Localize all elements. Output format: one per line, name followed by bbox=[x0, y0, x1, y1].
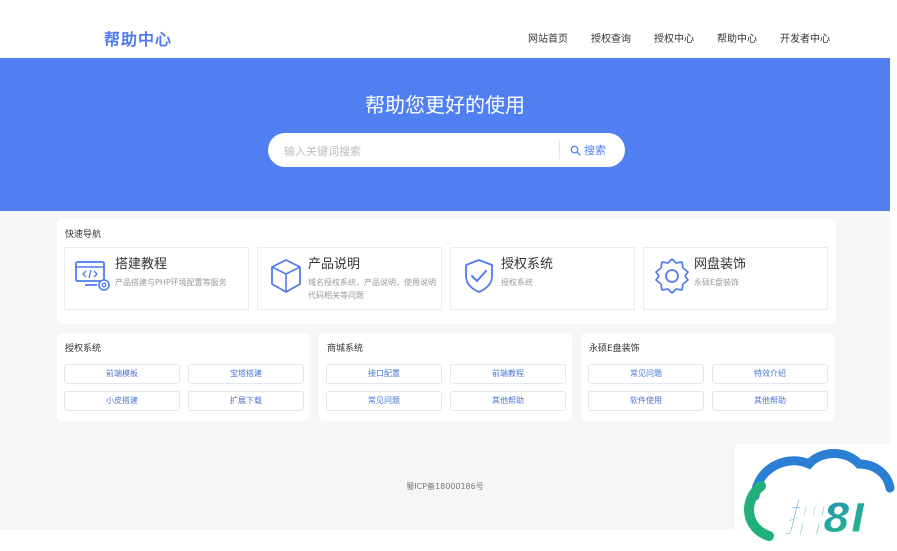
section-link[interactable]: 常见问题 bbox=[326, 391, 442, 411]
quick-item-desc: 授权系统 bbox=[501, 278, 533, 287]
search-icon bbox=[570, 145, 581, 156]
quick-item-product-info[interactable]: 产品说明 域名授权系统，产品说明，使用说明代码相关等问题 bbox=[257, 247, 442, 310]
brand-title[interactable]: 帮助中心 bbox=[104, 26, 172, 50]
section-link[interactable]: 前端教程 bbox=[450, 364, 566, 384]
section-title: 授权系统 bbox=[65, 344, 102, 354]
cloud-logo-icon: 撸8I bbox=[744, 449, 895, 543]
quick-item-auth-system[interactable]: 授权系统 授权系统 bbox=[450, 247, 635, 310]
quick-item-netdisk-decor[interactable]: 网盘装饰 永硕E盘装饰 bbox=[643, 247, 828, 310]
computer-settings-icon bbox=[75, 261, 110, 291]
hero-title: 帮助您更好的使用 bbox=[365, 93, 525, 117]
section-link[interactable]: 特效介绍 bbox=[712, 364, 828, 384]
quick-item-title: 搭建教程 bbox=[115, 257, 168, 272]
quick-item-setup-tutorial[interactable]: 搭建教程 产品搭建与PHP环境配置等服务 bbox=[64, 247, 249, 310]
search-divider bbox=[559, 141, 560, 159]
section-link[interactable]: 常见问题 bbox=[588, 364, 704, 384]
section-link[interactable]: 前端模板 bbox=[64, 364, 180, 384]
quick-item-title: 产品说明 bbox=[308, 257, 361, 272]
quick-item-desc: 产品搭建与PHP环境配置等服务 bbox=[115, 278, 227, 287]
section-card-mall: 商城系统 接口配置 前端教程 常见问题 其他帮助 bbox=[319, 333, 572, 421]
quick-nav-title: 快速导航 bbox=[65, 230, 102, 240]
top-bar: 帮助中心 网站首页 授权查询 授权中心 帮助中心 开发者中心 bbox=[0, 0, 890, 58]
section-title: 永硕E盘装饰 bbox=[589, 344, 640, 354]
quick-item-title: 网盘装饰 bbox=[694, 257, 747, 272]
search-input[interactable] bbox=[282, 142, 556, 160]
section-link[interactable]: 软件使用 bbox=[588, 391, 704, 411]
nav-auth-center[interactable]: 授权中心 bbox=[654, 30, 694, 45]
nav-developer-center[interactable]: 开发者中心 bbox=[780, 30, 830, 45]
nav-home[interactable]: 网站首页 bbox=[528, 30, 568, 45]
search-box: 搜索 bbox=[268, 133, 625, 167]
box-icon bbox=[271, 259, 301, 293]
section-card-edisk: 永硕E盘装饰 常见问题 特效介绍 软件使用 其他帮助 bbox=[581, 333, 834, 421]
search-button[interactable]: 搜索 bbox=[570, 142, 606, 158]
watermark-text: 撸8I bbox=[783, 496, 866, 542]
quick-item-title: 授权系统 bbox=[501, 257, 554, 272]
nav-auth-query[interactable]: 授权查询 bbox=[591, 30, 631, 45]
quick-nav-card: 快速导航 搭建教程 产品搭建与PHP环境配置等服务 产品说明 域名授权系统，产品… bbox=[57, 219, 836, 324]
watermark-logo: 撸8I bbox=[735, 444, 897, 547]
quick-item-desc: 永硕E盘装饰 bbox=[694, 278, 740, 287]
quick-item-desc: 域名授权系统，产品说明，使用说明代码相关等问题 bbox=[308, 278, 436, 300]
top-nav: 网站首页 授权查询 授权中心 帮助中心 开发者中心 bbox=[528, 30, 830, 45]
section-link[interactable]: 接口配置 bbox=[326, 364, 442, 384]
section-link[interactable]: 其他帮助 bbox=[712, 391, 828, 411]
search-button-label: 搜索 bbox=[584, 144, 606, 157]
section-link[interactable]: 宝塔搭建 bbox=[188, 364, 304, 384]
section-link[interactable]: 扩展下载 bbox=[188, 391, 304, 411]
section-link[interactable]: 小皮搭建 bbox=[64, 391, 180, 411]
gear-icon bbox=[655, 258, 689, 294]
section-card-auth: 授权系统 前端模板 宝塔搭建 小皮搭建 扩展下载 bbox=[57, 333, 310, 421]
hero-banner: 帮助您更好的使用 搜索 bbox=[0, 58, 890, 211]
shield-check-icon bbox=[465, 259, 493, 293]
section-link[interactable]: 其他帮助 bbox=[450, 391, 566, 411]
nav-help-center[interactable]: 帮助中心 bbox=[717, 30, 757, 45]
section-title: 商城系统 bbox=[327, 344, 364, 354]
